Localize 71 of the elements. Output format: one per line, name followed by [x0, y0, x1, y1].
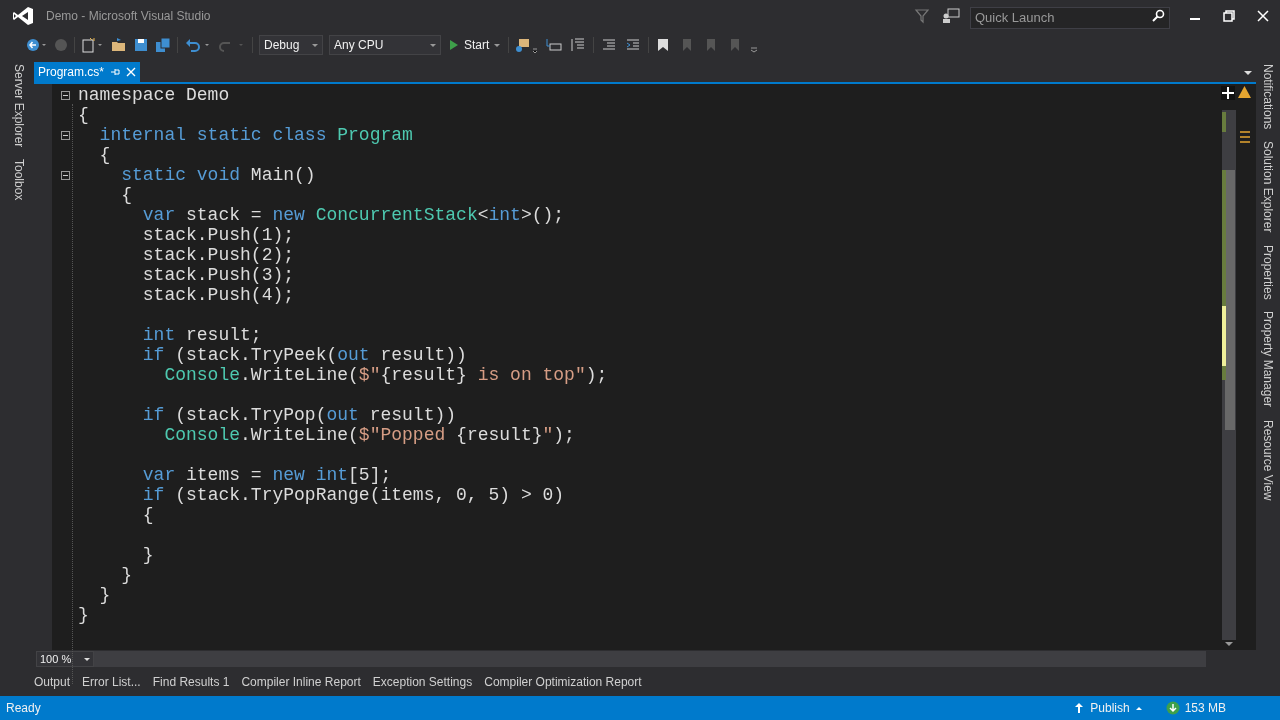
undo-icon[interactable] — [184, 37, 212, 53]
side-panel-tab[interactable]: Solution Explorer — [1259, 141, 1277, 233]
download-icon[interactable] — [1165, 701, 1180, 715]
collapse-icon[interactable] — [60, 170, 70, 180]
back-icon[interactable] — [26, 37, 48, 53]
document-tab[interactable]: Program.cs* — [34, 62, 141, 82]
filter-icon[interactable] — [914, 8, 930, 24]
quick-launch-field[interactable]: Quick Launch — [970, 6, 1170, 29]
start-button[interactable]: Start — [447, 35, 503, 55]
collapse-icon[interactable] — [60, 130, 70, 140]
attach-icon[interactable] — [515, 37, 540, 53]
arrow-up-icon — [1074, 702, 1085, 714]
side-panel-tab[interactable]: Server Explorer — [10, 64, 28, 148]
code-line: { — [98, 145, 111, 165]
tool-window-tab[interactable]: Compiler Inline Report — [241, 673, 361, 691]
side-panel-tab[interactable]: Resource View — [1259, 419, 1277, 500]
save-all-icon[interactable] — [155, 37, 171, 53]
warning-icon — [1238, 86, 1251, 98]
code-line: } — [98, 585, 111, 605]
code-line: if (stack.TryPop(out result)) — [141, 405, 457, 425]
error-markers-icon — [1240, 130, 1250, 144]
horizontal-scrollbar[interactable] — [94, 651, 1206, 667]
code-line: if (stack.TryPopRange(items, 0, 5) > 0) — [141, 485, 565, 505]
configuration-dropdown[interactable]: Debug — [259, 35, 323, 55]
code-line: } — [141, 545, 154, 565]
code-line: namespace Demo — [78, 85, 230, 105]
pin-icon[interactable] — [110, 67, 121, 77]
code-line: var stack = new ConcurrentStack<int>(); — [141, 205, 565, 225]
code-line: stack.Push(4); — [141, 285, 295, 305]
window-title: Demo - Microsoft Visual Studio — [46, 8, 211, 25]
code-line: stack.Push(3); — [141, 265, 295, 285]
scrollbar[interactable] — [1222, 110, 1236, 640]
collapse-icon[interactable] — [60, 90, 70, 100]
code-line: internal static class Program — [98, 125, 413, 145]
code-line: } — [120, 565, 132, 585]
open-folder-icon[interactable] — [111, 37, 127, 53]
publish-button[interactable]: Publish — [1074, 699, 1142, 717]
code-line: Console.WriteLine($"Popped {result}"); — [163, 425, 575, 445]
split-icon[interactable] — [1221, 86, 1235, 100]
play-icon — [449, 39, 459, 51]
side-panel-tab[interactable]: Toolbox — [10, 159, 28, 201]
side-panel-tab[interactable]: Properties — [1259, 244, 1277, 300]
visual-studio-logo-icon — [12, 6, 34, 26]
code-line: } — [78, 605, 89, 625]
side-panel-tab[interactable]: Property Manager — [1259, 311, 1277, 408]
feedback-icon[interactable] — [942, 8, 960, 24]
search-icon — [1151, 9, 1165, 23]
tool-window-tab[interactable]: Output — [34, 673, 71, 691]
tool-window-tab[interactable]: Compiler Optimization Report — [484, 673, 642, 691]
code-line: int result; — [141, 325, 262, 345]
code-line: Console.WriteLine($"{result} is on top"); — [163, 365, 608, 385]
step-icon[interactable] — [545, 37, 564, 53]
code-line: if (stack.TryPeek(out result)) — [141, 345, 467, 365]
zoom-dropdown[interactable]: 100 % — [36, 651, 94, 667]
code-line: var items = new int[5]; — [141, 465, 392, 485]
code-line: stack.Push(1); — [141, 225, 295, 245]
status-text: Ready — [6, 700, 41, 717]
memory-usage: 153 MB — [1184, 700, 1226, 717]
code-line: { — [141, 505, 154, 525]
tool-window-tab[interactable]: Find Results 1 — [152, 673, 230, 691]
side-panel-tab[interactable]: Notifications — [1259, 64, 1277, 130]
code-line: stack.Push(2); — [141, 245, 295, 265]
tool-window-tab[interactable]: Exception Settings — [372, 673, 473, 691]
code-line: static void Main() — [120, 165, 316, 185]
tab-list-icon[interactable] — [1242, 68, 1254, 78]
code-line: { — [120, 185, 132, 205]
new-project-icon[interactable] — [81, 37, 105, 53]
code-line: { — [78, 105, 89, 125]
platform-dropdown[interactable]: Any CPU — [329, 35, 441, 55]
tool-window-tab[interactable]: Error List... — [82, 673, 141, 691]
save-icon[interactable] — [133, 37, 149, 53]
